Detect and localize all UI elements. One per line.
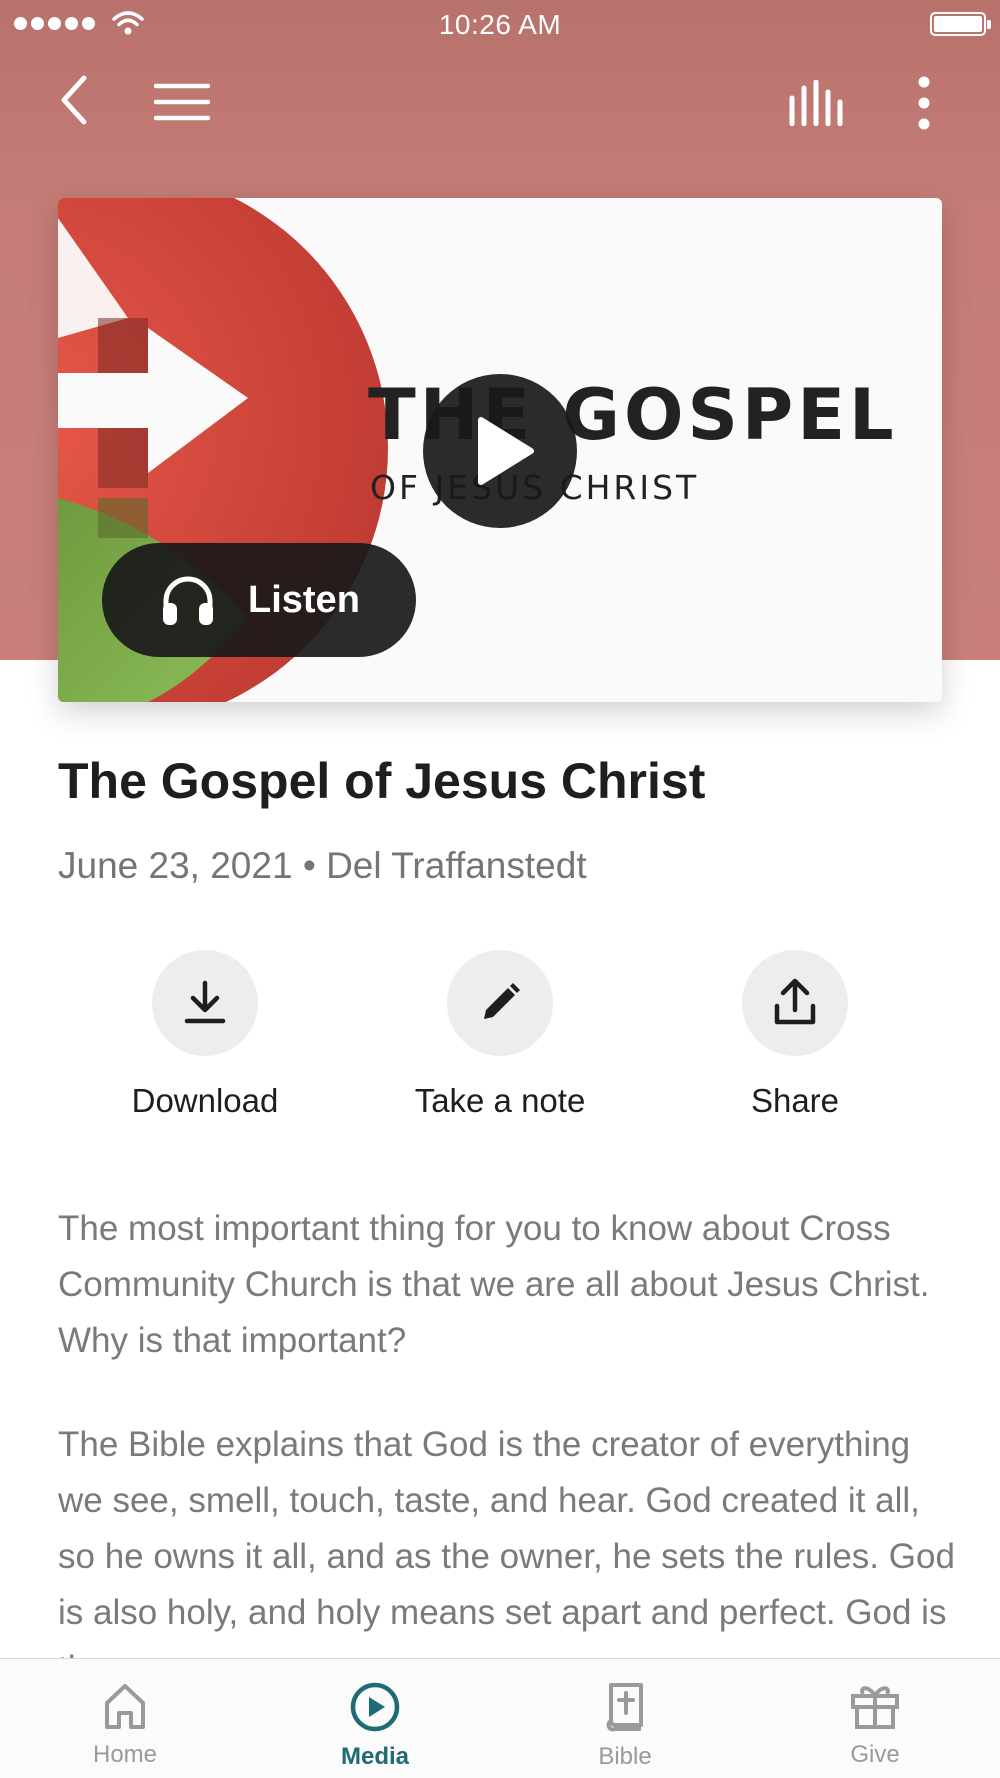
media-thumbnail[interactable]: THE GOSPEL OF JESUS CHRIST Listen — [58, 198, 942, 702]
status-bar: 10:26 AM — [0, 0, 1000, 50]
play-button[interactable] — [423, 374, 577, 528]
tab-bible-label: Bible — [598, 1743, 652, 1770]
share-label: Share — [750, 1082, 840, 1119]
audio-button[interactable] — [788, 80, 848, 126]
tab-media-label: Media — [340, 1743, 409, 1770]
play-circle-icon — [350, 1682, 400, 1732]
more-button[interactable] — [912, 76, 936, 130]
share-icon — [774, 978, 816, 1025]
gift-icon — [851, 1686, 899, 1729]
more-vertical-icon — [918, 76, 930, 130]
take-note-circle — [447, 950, 553, 1056]
description-paragraph-1: The most important thing for you to know… — [58, 1209, 930, 1360]
chevron-left-icon — [61, 75, 87, 125]
tab-bible[interactable]: Bible — [500, 1659, 750, 1778]
take-note-button[interactable]: Take a note — [370, 950, 630, 1120]
media-meta: June 23, 2021 • Del Traffanstedt — [58, 845, 587, 887]
download-icon — [184, 980, 226, 1024]
media-date: June 23, 2021 — [58, 845, 293, 886]
download-button[interactable]: Download — [75, 950, 335, 1120]
hamburger-icon — [154, 83, 210, 121]
share-button[interactable]: Share — [665, 950, 925, 1120]
home-icon — [105, 1684, 145, 1729]
tab-give-label: Give — [850, 1741, 900, 1768]
tab-media[interactable]: Media — [250, 1659, 500, 1778]
take-note-label: Take a note — [414, 1082, 586, 1119]
tab-home[interactable]: Home — [0, 1659, 250, 1778]
listen-button[interactable]: Listen — [102, 543, 416, 657]
status-time: 10:26 AM — [438, 9, 562, 40]
meta-separator: • — [302, 845, 316, 886]
battery-icon — [930, 12, 991, 36]
back-button[interactable] — [56, 74, 92, 126]
listen-label: Listen — [248, 578, 360, 621]
bible-icon — [606, 1683, 643, 1732]
media-speaker: Del Traffanstedt — [326, 845, 587, 886]
page-title: The Gospel of Jesus Christ — [58, 753, 706, 809]
share-circle — [742, 950, 848, 1056]
download-label: Download — [131, 1082, 279, 1119]
tab-give[interactable]: Give — [750, 1659, 1000, 1778]
play-icon — [478, 417, 534, 485]
equalizer-icon — [789, 80, 843, 126]
tab-home-label: Home — [92, 1741, 158, 1768]
description-paragraph-2: The Bible explains that God is the creat… — [58, 1425, 955, 1688]
download-circle — [152, 950, 258, 1056]
menu-button[interactable] — [154, 82, 210, 122]
tab-bar: Home Media Bible Give — [0, 1658, 1000, 1778]
headphones-icon — [163, 576, 213, 625]
pencil-icon — [484, 983, 520, 1019]
